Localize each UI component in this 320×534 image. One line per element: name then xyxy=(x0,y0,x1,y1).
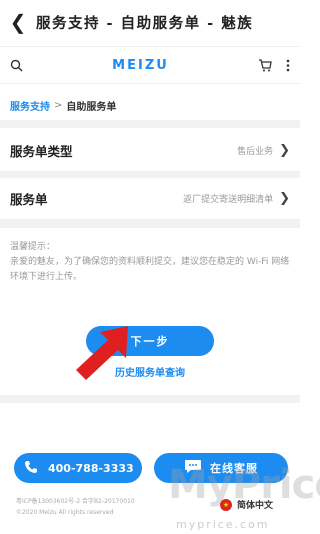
china-flag-icon: ★ xyxy=(220,498,232,511)
page-title: 服务支持 - 自助服务单 - 魅族 xyxy=(36,15,254,32)
search-icon[interactable] xyxy=(10,59,23,72)
cart-icon[interactable] xyxy=(258,58,272,72)
section-divider xyxy=(0,220,300,228)
service-order-value: 返厂提交寄送明细清单 xyxy=(183,195,274,205)
meizu-logo[interactable]: MEIZU xyxy=(112,58,169,73)
chevron-right-icon: ❯ xyxy=(279,191,290,206)
navbar-actions xyxy=(258,58,290,72)
red-arrow-annotation xyxy=(76,326,128,380)
site-navbar: MEIZU xyxy=(0,46,300,84)
section-divider xyxy=(0,120,300,128)
footer-legal: 粤ICP备13003602号-2 合字B2-20170010 ©2020 Mei… xyxy=(16,496,135,518)
hotline-button[interactable]: 400-788-3333 xyxy=(14,453,142,483)
icp-text: 粤ICP备13003602号-2 合字B2-20170010 xyxy=(16,498,135,505)
breadcrumb-service-support[interactable]: 服务支持 xyxy=(10,98,50,113)
hotline-number: 400-788-3333 xyxy=(48,461,134,475)
watermark-subtext: myprice.com xyxy=(176,518,270,531)
breadcrumb: 服务支持 > 自助服务单 xyxy=(10,98,116,113)
breadcrumb-current: 自助服务单 xyxy=(66,102,117,113)
more-menu-icon[interactable] xyxy=(286,59,290,72)
service-type-label: 服务单类型 xyxy=(10,144,73,159)
upload-notice: 温馨提示： 亲爱的魅友，为了确保您的资料顺利提交，建议您在稳定的 Wi-Fi 网… xyxy=(10,240,290,285)
copyright-text: ©2020 Meizu All rights reserved xyxy=(16,509,114,516)
back-icon[interactable]: ❮ xyxy=(0,0,36,44)
language-selector[interactable]: ★ 简体中文 xyxy=(220,498,273,511)
notice-title: 温馨提示： xyxy=(10,242,56,252)
service-type-row[interactable]: 服务单类型 售后业务 ❯ xyxy=(0,130,300,172)
history-query-link[interactable]: 历史服务单查询 xyxy=(0,364,300,379)
chevron-right-icon: ❯ xyxy=(279,143,290,158)
service-order-row[interactable]: 服务单 返厂提交寄送明细清单 ❯ xyxy=(0,178,300,220)
notice-body: 亲爱的魅友，为了确保您的资料顺利提交，建议您在稳定的 Wi-Fi 网络环境下进行… xyxy=(10,257,290,282)
service-order-label: 服务单 xyxy=(10,192,48,207)
breadcrumb-separator: > xyxy=(54,100,63,111)
title-bar: ❮ 服务支持 - 自助服务单 - 魅族 xyxy=(0,0,300,44)
phone-icon xyxy=(24,460,38,477)
footer-divider xyxy=(0,395,300,403)
service-type-value: 售后业务 xyxy=(237,147,274,157)
language-label: 简体中文 xyxy=(237,501,274,511)
